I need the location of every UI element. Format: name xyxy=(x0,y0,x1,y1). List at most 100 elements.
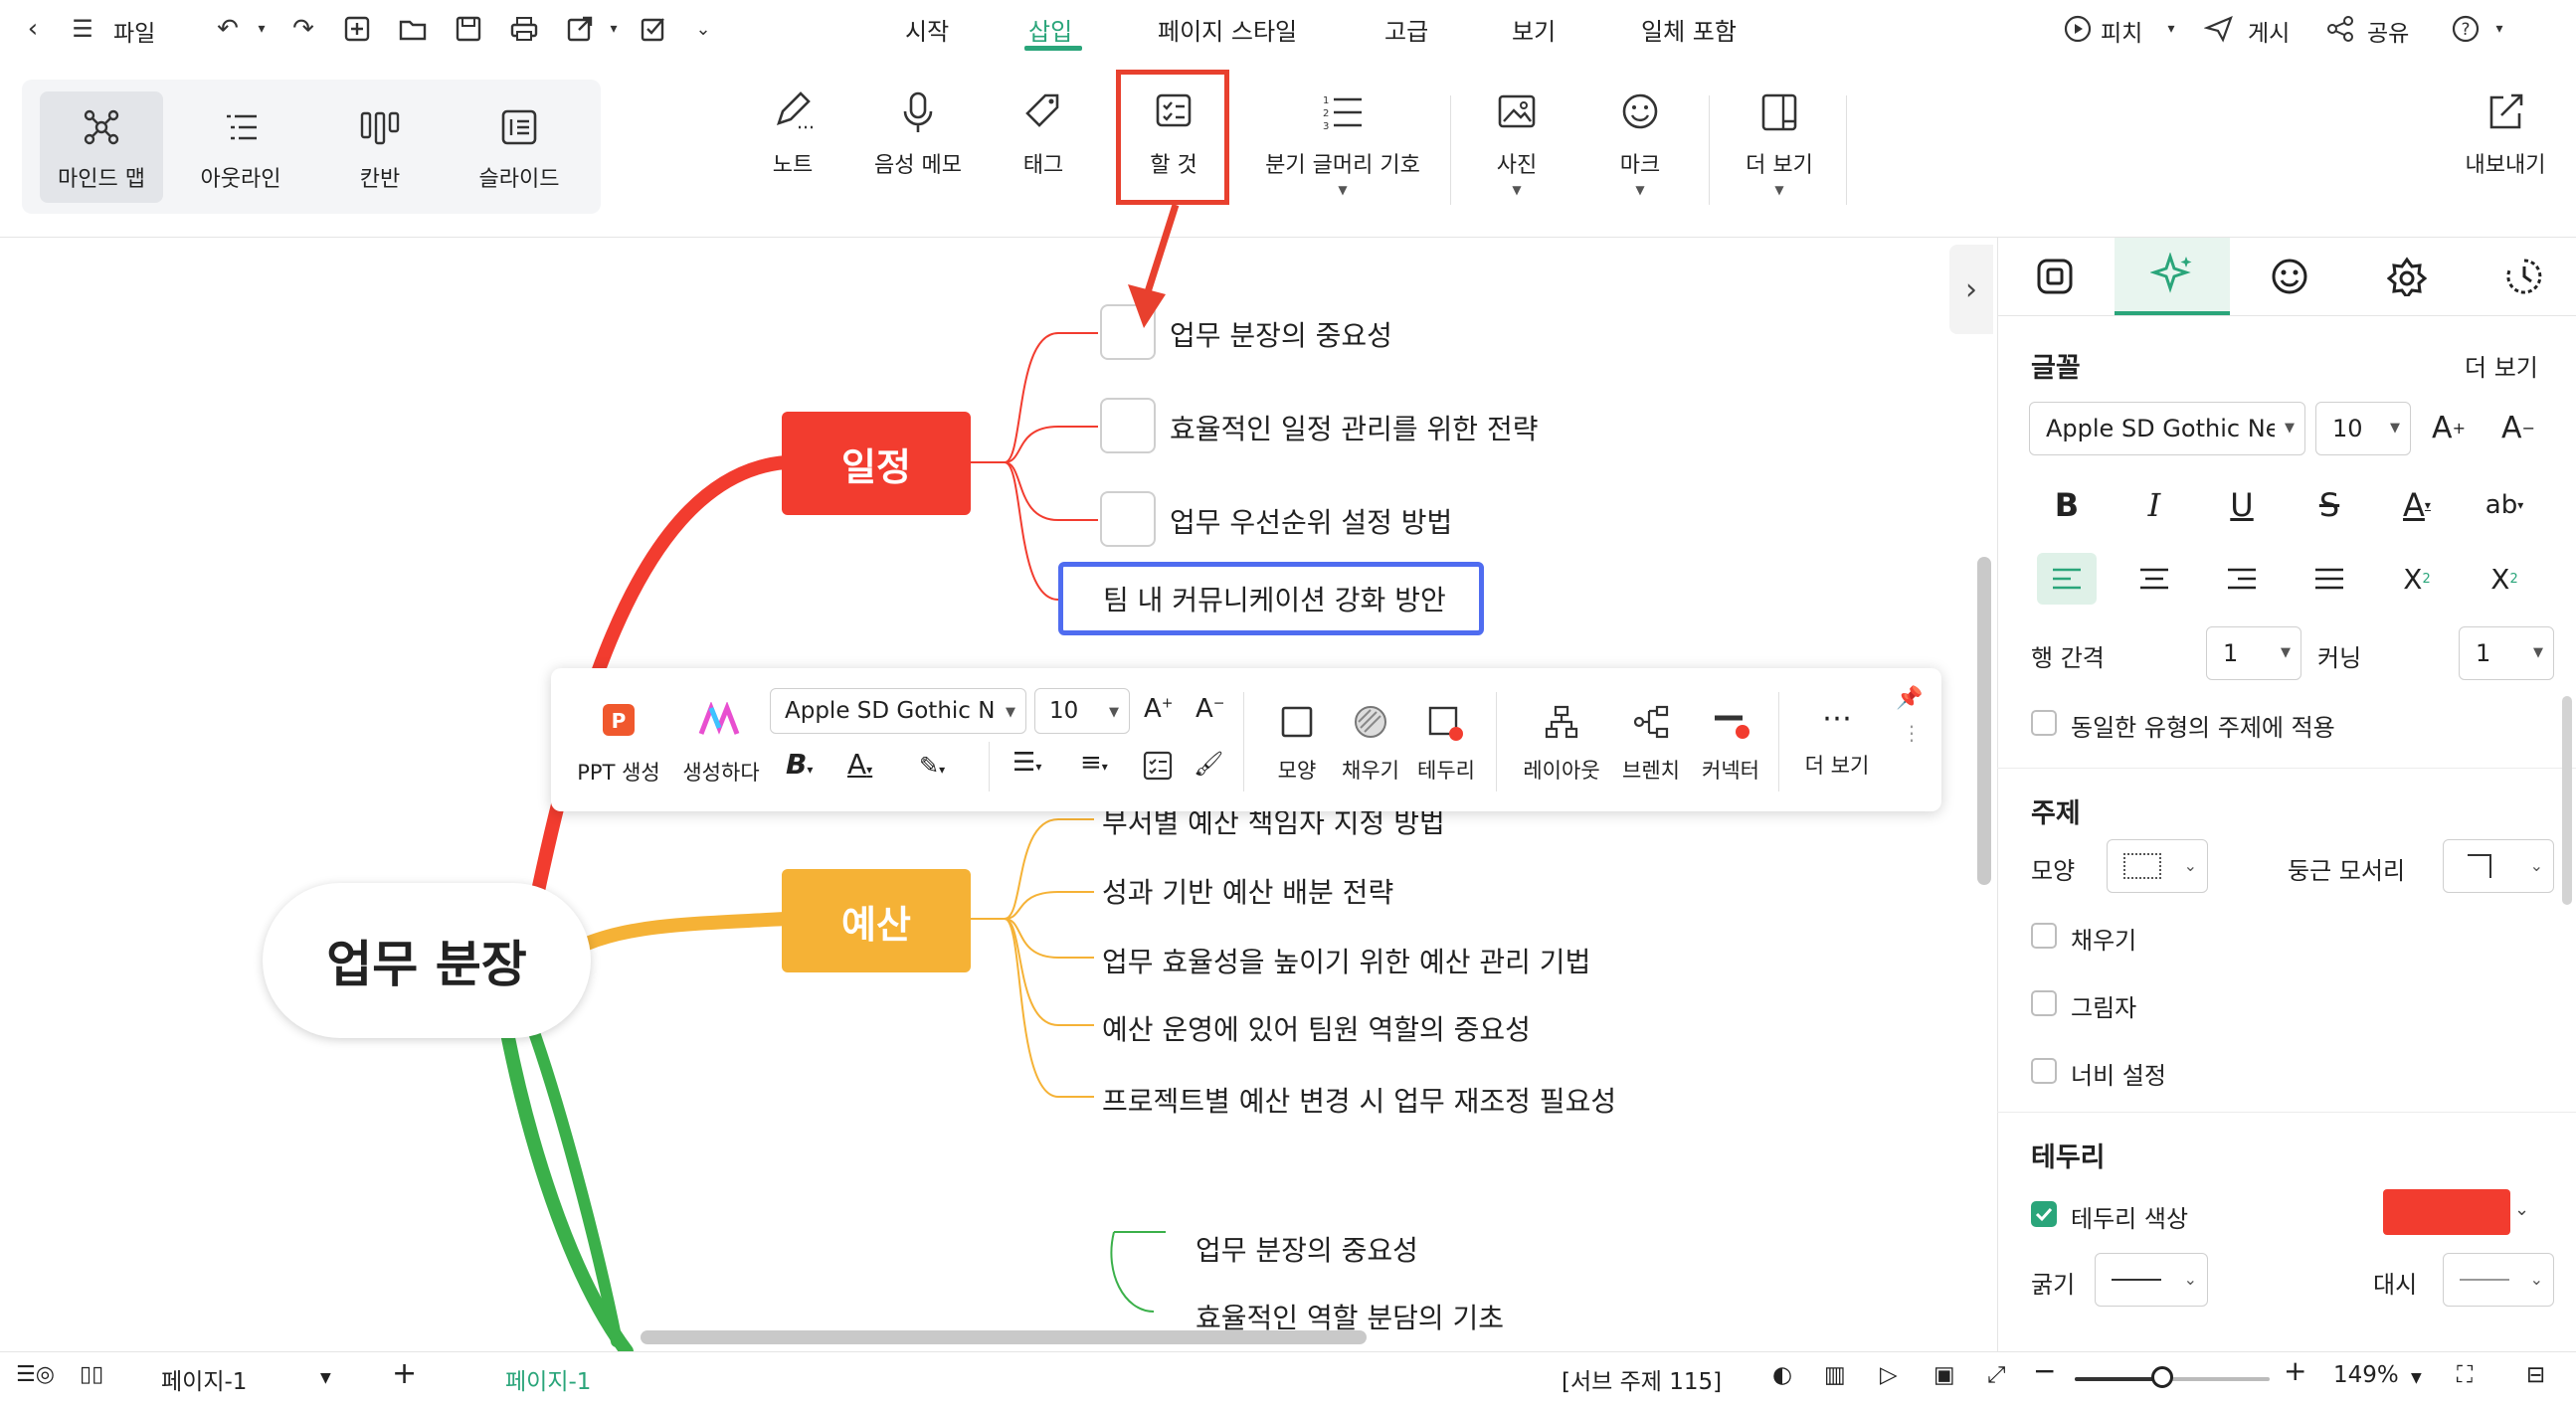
ai-generate-button[interactable]: 생성하다 xyxy=(676,701,766,787)
highlighter-icon[interactable]: ✎▾ xyxy=(919,752,945,780)
image-dropdown-icon[interactable]: ▼ xyxy=(1482,183,1552,197)
new-file-icon[interactable] xyxy=(338,10,376,48)
publish-icon[interactable] xyxy=(2200,10,2238,48)
tab-insert[interactable]: 삽입 xyxy=(1028,12,1072,47)
panel-underline-icon[interactable]: U xyxy=(2212,479,2272,531)
border-color-checkbox[interactable] xyxy=(2031,1201,2057,1227)
thickness-select[interactable]: ⌄ xyxy=(2095,1253,2208,1307)
pitch-play-icon[interactable] xyxy=(2059,10,2097,48)
tab-view[interactable]: 보기 xyxy=(1512,12,1556,47)
expand-icon[interactable]: ⛶ xyxy=(2457,1362,2473,1388)
checklist-icon[interactable] xyxy=(635,10,672,48)
share-button[interactable]: 공유 xyxy=(2367,14,2409,48)
zoom-level[interactable]: 149% xyxy=(2333,1362,2399,1388)
main-topic-budget[interactable]: 예산 xyxy=(782,869,971,972)
mark-dropdown-icon[interactable]: ▼ xyxy=(1605,183,1675,197)
align-icon[interactable]: ≡▾ xyxy=(1080,748,1108,778)
tag-button[interactable]: 태그 xyxy=(1009,89,1078,179)
connector-button[interactable]: 커넥터 xyxy=(1695,704,1766,785)
panel-font-color-icon[interactable]: A ▾ xyxy=(2387,479,2447,531)
bullet-list-icon[interactable]: ☰▾ xyxy=(1012,748,1041,778)
branch-bullet-dropdown-icon[interactable]: ▼ xyxy=(1253,183,1432,197)
vertical-scrollbar[interactable] xyxy=(1977,557,1991,885)
align-left-icon[interactable] xyxy=(2037,553,2097,605)
panel-tab-mark[interactable] xyxy=(2232,238,2347,315)
fill-button[interactable]: 채우기 xyxy=(1337,704,1404,785)
font-family-select[interactable]: Apple SD Gothic N ▼ xyxy=(770,688,1026,734)
zoom-dropdown-icon[interactable]: ▼ xyxy=(2411,1370,2422,1386)
more-button[interactable]: 더 보기 ▼ xyxy=(1735,89,1824,197)
align-justify-icon[interactable] xyxy=(2300,553,2359,605)
save-icon[interactable] xyxy=(450,10,487,48)
export-dropdown-icon[interactable]: ▾ xyxy=(595,10,633,48)
todo-mini-icon[interactable] xyxy=(1142,750,1174,787)
zoom-slider-track[interactable] xyxy=(2075,1366,2270,1388)
tab-home[interactable]: 시작 xyxy=(905,12,949,47)
panel-tab-ai[interactable] xyxy=(2115,238,2230,315)
theme-toggle-icon[interactable]: ◐ xyxy=(1772,1362,1792,1388)
shadow-checkbox[interactable] xyxy=(2031,990,2057,1016)
subtopic[interactable]: 업무 우선순위 설정 방법 xyxy=(1170,501,1452,541)
collapse-panel-icon[interactable]: ⊟ xyxy=(2526,1362,2545,1388)
panel-tab-history[interactable] xyxy=(2467,238,2576,315)
add-page-icon[interactable]: + xyxy=(392,1356,417,1391)
subtopic[interactable]: 예산 운영에 있어 팀원 역할의 중요성 xyxy=(1102,1008,1531,1048)
panel-collapse-chevron-icon[interactable]: › xyxy=(1949,245,1993,334)
bold-icon[interactable]: B▾ xyxy=(786,748,813,781)
tab-advanced[interactable]: 고급 xyxy=(1384,12,1428,47)
shape-button[interactable]: 모양 xyxy=(1269,704,1325,785)
subtopic[interactable]: 성과 기반 예산 배분 전략 xyxy=(1102,871,1393,911)
central-topic[interactable]: 업무 분장 xyxy=(263,883,591,1038)
subtopic[interactable]: 업무 분장의 중요성 xyxy=(1196,1229,1418,1269)
tab-page-style[interactable]: 페이지 스타일 xyxy=(1158,12,1297,47)
subtopic[interactable]: 효율적인 일정 관리를 위한 전략 xyxy=(1170,408,1538,447)
font-grow-icon[interactable]: A+ xyxy=(2419,402,2479,453)
subscript-icon[interactable]: X2 xyxy=(2475,553,2534,605)
font-more-link[interactable]: 더 보기 xyxy=(2465,348,2538,383)
panel-font-size-select[interactable]: 10 ▼ xyxy=(2315,402,2411,455)
play-icon[interactable]: ▷ xyxy=(1880,1362,1898,1388)
undo-icon[interactable]: ↶ xyxy=(209,10,247,48)
subtopic[interactable]: 프로젝트별 예산 변경 시 업무 재조정 필요성 xyxy=(1102,1080,1616,1120)
todo-checkbox[interactable] xyxy=(1100,491,1156,547)
view-slides-button[interactable]: 슬라이드 xyxy=(458,91,581,203)
subtopic[interactable]: 업무 효율성을 높이기 위한 예산 관리 기법 xyxy=(1102,941,1590,980)
border-color-dropdown-icon[interactable]: ⌄ xyxy=(2514,1199,2529,1220)
branch-bullet-button[interactable]: 1 2 3 분기 글머리 기호 ▼ xyxy=(1253,89,1432,197)
rounded-corner-select[interactable]: ⌄ xyxy=(2443,839,2554,893)
panel-scrollbar[interactable] xyxy=(2562,696,2572,905)
tab-ai[interactable]: 일체 포함 xyxy=(1641,12,1737,47)
fill-checkbox[interactable] xyxy=(2031,923,2057,949)
width-checkbox[interactable] xyxy=(2031,1058,2057,1084)
more-options-button[interactable]: ⋯ 더 보기 xyxy=(1796,704,1878,780)
font-color-icon[interactable]: A▾ xyxy=(847,748,872,781)
export-share-icon[interactable] xyxy=(561,10,599,48)
horizontal-scrollbar[interactable] xyxy=(641,1330,1367,1344)
help-icon[interactable]: ? xyxy=(2447,10,2484,48)
font-grow-icon[interactable]: A+ xyxy=(1144,694,1174,724)
share-icon[interactable] xyxy=(2321,10,2359,48)
ppt-generate-button[interactable]: P PPT 생성 xyxy=(569,702,668,787)
align-right-icon[interactable] xyxy=(2212,553,2272,605)
panel-bold-icon[interactable]: B xyxy=(2037,479,2097,531)
border-button[interactable]: 테두리 xyxy=(1412,704,1480,785)
page-select[interactable]: 페이지-1 xyxy=(161,1362,247,1396)
zoom-in-icon[interactable]: + xyxy=(2284,1354,2306,1387)
pin-icon[interactable]: 📌 xyxy=(1896,686,1923,711)
align-center-icon[interactable] xyxy=(2124,553,2184,605)
more-dropdown-icon[interactable]: ▼ xyxy=(1735,183,1824,197)
zoom-out-icon[interactable]: − xyxy=(2033,1354,2056,1387)
line-spacing-select[interactable]: 1 ▼ xyxy=(2206,626,2301,680)
panel-tab-theme[interactable] xyxy=(2349,238,2465,315)
dash-select[interactable]: ⌄ xyxy=(2443,1253,2554,1307)
layout-button[interactable]: 레이아웃 xyxy=(1516,704,1607,785)
panel-case-icon[interactable]: ab ▾ xyxy=(2475,479,2534,531)
todo-checkbox[interactable] xyxy=(1100,398,1156,453)
kerning-select[interactable]: 1 ▼ xyxy=(2459,626,2554,680)
font-shrink-icon[interactable]: A− xyxy=(2488,402,2548,453)
format-painter-icon[interactable]: 🖌 xyxy=(1194,750,1223,778)
font-shrink-icon[interactable]: A− xyxy=(1196,694,1225,724)
border-color-swatch[interactable] xyxy=(2383,1189,2510,1235)
redo-icon[interactable]: ↷ xyxy=(284,10,322,48)
more-chevron-icon[interactable]: ⌄ xyxy=(684,10,722,48)
